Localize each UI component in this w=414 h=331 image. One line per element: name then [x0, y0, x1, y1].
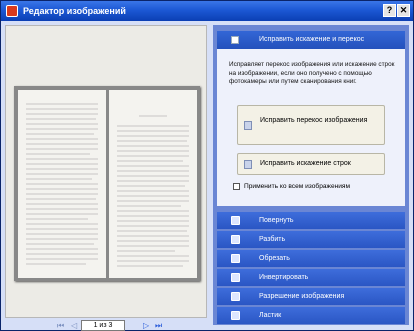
tool-resolution-label: Разрешение изображения — [259, 293, 345, 300]
tool-split[interactable]: Разбить — [217, 231, 405, 248]
rotate-icon — [231, 216, 240, 225]
window-title: Редактор изображений — [23, 6, 126, 16]
prev-page-button[interactable]: ◁ — [71, 321, 77, 330]
tool-crop[interactable]: Обрезать — [217, 250, 405, 267]
tools-panel: Исправить искажение и перекос Исправляет… — [213, 25, 409, 325]
close-button[interactable]: ✕ — [397, 4, 410, 17]
title-bar: Редактор изображений ? ✕ — [1, 1, 413, 21]
image-preview-pane — [5, 25, 207, 318]
fix-skew-button[interactable]: Исправить перекос изображения — [237, 105, 385, 145]
lines-icon — [244, 160, 252, 169]
book-page-right — [109, 90, 197, 278]
tool-rotate-label: Повернуть — [259, 217, 294, 224]
tool-rotate[interactable]: Повернуть — [217, 212, 405, 229]
fix-lines-label: Исправить искажение строк — [260, 160, 351, 167]
resolution-icon — [231, 292, 240, 301]
last-page-button[interactable]: ⏭ — [155, 321, 162, 331]
section-description: Исправляет перекос изображения или искаж… — [229, 61, 395, 86]
fix-skew-label: Исправить перекос изображения — [260, 117, 368, 124]
section-header-skew[interactable]: Исправить искажение и перекос — [217, 31, 405, 49]
app-icon — [6, 5, 18, 17]
document-icon — [231, 36, 239, 44]
eraser-icon — [231, 311, 240, 320]
checkbox-box[interactable] — [233, 183, 240, 190]
invert-icon — [231, 273, 240, 282]
tool-invert-label: Инвертировать — [259, 274, 309, 281]
image-editor-window: Редактор изображений ? ✕ ⏮ ◁ 1 из 3 ▷ ⏭ … — [0, 0, 414, 331]
next-page-button[interactable]: ▷ — [143, 321, 149, 330]
skew-icon — [244, 121, 252, 130]
split-icon — [231, 235, 240, 244]
tool-resolution[interactable]: Разрешение изображения — [217, 288, 405, 305]
tool-eraser-label: Ластик — [259, 312, 282, 319]
tool-invert[interactable]: Инвертировать — [217, 269, 405, 286]
section-title: Исправить искажение и перекос — [259, 36, 365, 43]
apply-all-checkbox[interactable]: Применить ко всем изображениям — [233, 183, 350, 190]
fix-lines-button[interactable]: Исправить искажение строк — [237, 153, 385, 175]
apply-all-label: Применить ко всем изображениям — [244, 183, 351, 190]
section-body-skew: Исправляет перекос изображения или искаж… — [217, 49, 405, 206]
page-text-lines — [117, 115, 189, 267]
tool-eraser[interactable]: Ластик — [217, 307, 405, 324]
page-indicator[interactable]: 1 из 3 — [81, 320, 125, 331]
scanned-book-image — [14, 86, 200, 281]
first-page-button[interactable]: ⏮ — [57, 321, 64, 331]
tool-crop-label: Обрезать — [259, 255, 290, 262]
tool-split-label: Разбить — [259, 236, 286, 243]
page-navigator: ⏮ ◁ 1 из 3 ▷ ⏭ — [5, 319, 207, 331]
page-text-lines — [26, 103, 98, 265]
help-button[interactable]: ? — [383, 4, 396, 17]
crop-icon — [231, 254, 240, 263]
book-page-left — [18, 90, 106, 278]
